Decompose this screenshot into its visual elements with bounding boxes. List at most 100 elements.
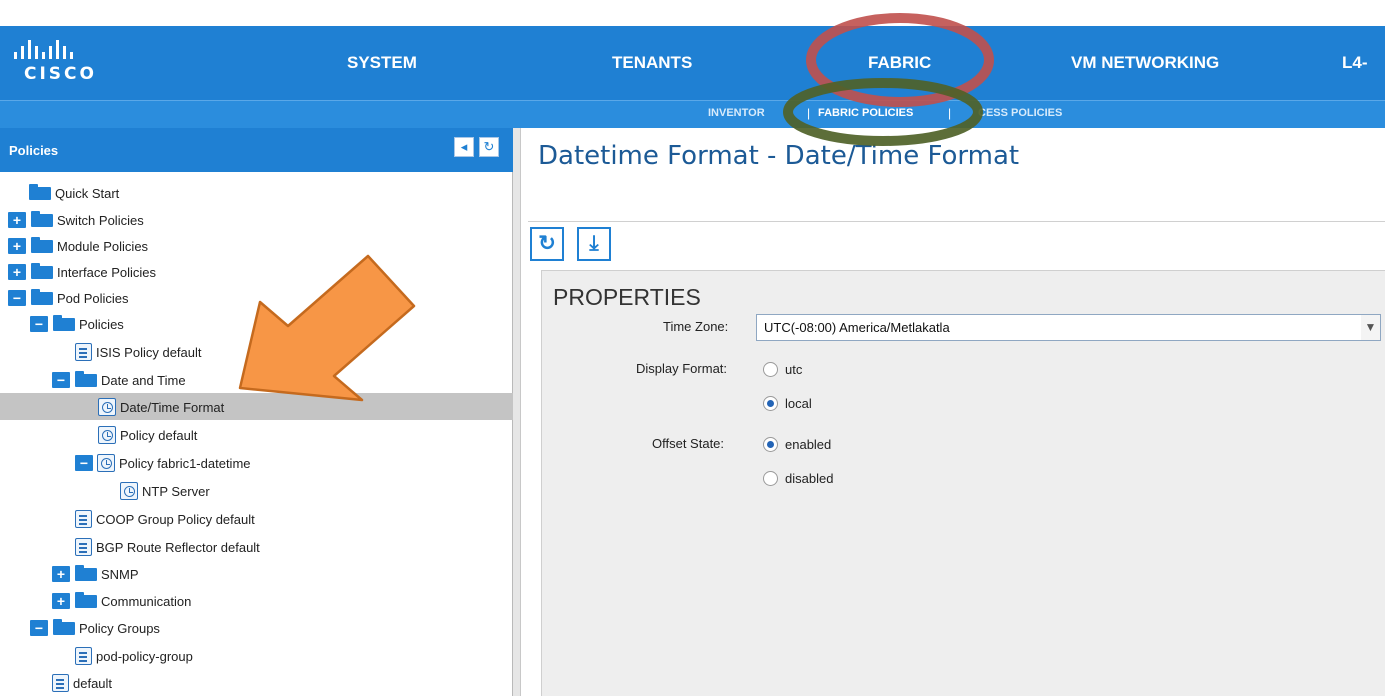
tree-item-policy-default[interactable]: Policy default [0, 421, 513, 448]
tree-item-label: Communication [101, 593, 192, 609]
tree-item-label: BGP Route Reflector default [96, 539, 260, 555]
tree-item-label: Policy fabric1-datetime [119, 455, 251, 471]
policies-panel: Policies ◂ ↻ Quick Start + Switch Polici… [0, 128, 513, 696]
tree-item-label: pod-policy-group [96, 648, 193, 664]
expand-icon[interactable]: + [8, 212, 26, 228]
tree-item-label: Quick Start [55, 185, 120, 201]
tree-item-interface-policies[interactable]: + Interface Policies [0, 258, 513, 285]
tree-item-label: COOP Group Policy default [96, 511, 255, 527]
folder-icon [31, 262, 53, 279]
time-zone-label: Time Zone: [663, 319, 729, 334]
display-format-local-radio[interactable]: local [763, 394, 812, 412]
offset-state-label: Offset State: [652, 436, 725, 451]
tree-item-module-policies[interactable]: + Module Policies [0, 232, 513, 259]
tree-item-label: Policies [79, 316, 124, 332]
tree-item-label: ISIS Policy default [96, 344, 202, 360]
panel-title: Policies [9, 143, 59, 158]
page-title: Datetime Format - Date/Time Format [538, 141, 1020, 171]
nav-system[interactable]: SYSTEM [347, 26, 417, 100]
panel-header: Policies ◂ ↻ [0, 128, 513, 172]
refresh-icon[interactable]: ↻ [479, 137, 499, 157]
radio-label: utc [785, 361, 803, 377]
collapse-node-icon[interactable]: − [8, 290, 26, 306]
time-zone-select[interactable]: UTC(-08:00) America/Metlakatla [756, 314, 1368, 341]
tree-item-label: Pod Policies [57, 290, 129, 306]
policy-document-icon [52, 674, 69, 692]
tree-item-default[interactable]: default [0, 669, 513, 696]
folder-icon [53, 314, 75, 331]
collapse-node-icon[interactable]: − [30, 316, 48, 332]
tree-item-label: Switch Policies [57, 212, 144, 228]
folder-icon [31, 236, 53, 253]
nav-fabric[interactable]: FABRIC [868, 26, 931, 100]
subnav-separator: | [948, 106, 952, 120]
radio-label: local [785, 395, 812, 411]
expand-icon[interactable]: + [52, 593, 70, 609]
tree-item-snmp[interactable]: + SNMP [0, 560, 513, 587]
tree-item-label: Module Policies [57, 238, 149, 254]
tree-item-switch-policies[interactable]: + Switch Policies [0, 206, 513, 233]
refresh-icon[interactable]: ↻ [530, 227, 564, 261]
tree-item-label: Policy Groups [79, 620, 160, 636]
tree-item-label: Date and Time [101, 372, 186, 388]
divider [528, 221, 1385, 222]
tree-item-isis-policy-default[interactable]: ISIS Policy default [0, 338, 513, 365]
radio-button[interactable] [763, 395, 778, 411]
folder-icon [53, 618, 75, 635]
tree-item-date-and-time[interactable]: − Date and Time [0, 366, 513, 393]
expand-icon[interactable]: + [8, 264, 26, 280]
offset-state-enabled-radio[interactable]: enabled [763, 435, 831, 453]
tree-item-bgp-route-reflector-default[interactable]: BGP Route Reflector default [0, 533, 513, 560]
expand-icon[interactable]: + [8, 238, 26, 254]
folder-icon [75, 591, 97, 608]
tree-item-communication[interactable]: + Communication [0, 587, 513, 614]
folder-icon [29, 183, 51, 200]
tree-item-policy-fabric1-datetime[interactable]: − Policy fabric1-datetime [0, 449, 513, 476]
cisco-bars-icon [14, 40, 73, 59]
folder-icon [75, 564, 97, 581]
tree-item-coop-group-policy-default[interactable]: COOP Group Policy default [0, 505, 513, 532]
radio-button[interactable] [763, 361, 778, 377]
nav-l4-l7[interactable]: L4- [1342, 26, 1368, 100]
nav-tenants[interactable]: TENANTS [612, 26, 692, 100]
collapse-node-icon[interactable]: − [75, 455, 93, 471]
display-format-utc-radio[interactable]: utc [763, 360, 802, 378]
datetime-policy-icon [97, 454, 115, 472]
radio-button[interactable] [763, 470, 778, 486]
top-nav-bar: CISCO SYSTEM TENANTS FABRIC VM NETWORKIN… [0, 26, 1385, 100]
tree-item-label: SNMP [101, 566, 139, 582]
expand-icon[interactable]: + [52, 566, 70, 582]
panel-splitter[interactable] [513, 128, 521, 696]
radio-label: enabled [785, 436, 832, 452]
tree-item-policy-groups[interactable]: − Policy Groups [0, 614, 513, 641]
datetime-policy-icon [98, 398, 116, 416]
tree-item-policies[interactable]: − Policies [0, 310, 513, 337]
subnav-inventory[interactable]: INVENTOR [708, 107, 765, 119]
subnav-fabric-policies[interactable]: FABRIC POLICIES [818, 107, 913, 119]
offset-state-disabled-radio[interactable]: disabled [763, 469, 833, 487]
policy-document-icon [75, 538, 92, 556]
tree-item-quick-start[interactable]: Quick Start [0, 179, 513, 206]
cisco-logo[interactable]: CISCO [10, 40, 120, 90]
tree-item-label: Interface Policies [57, 264, 156, 280]
tree-item-ntp-server[interactable]: NTP Server [0, 477, 513, 504]
collapse-icon[interactable]: ◂ [454, 137, 474, 157]
radio-button[interactable] [763, 436, 778, 452]
sub-nav-bar: INVENTOR | FABRIC POLICIES | CESS POLICI… [0, 100, 1385, 128]
folder-icon [31, 288, 53, 305]
collapse-node-icon[interactable]: − [52, 372, 70, 388]
tree-item-date-time-format[interactable]: Date/Time Format [0, 393, 513, 420]
chevron-down-icon[interactable]: ▼ [1361, 314, 1381, 341]
policy-document-icon [75, 647, 92, 665]
collapse-node-icon[interactable]: − [30, 620, 48, 636]
tree-item-pod-policy-group[interactable]: pod-policy-group [0, 642, 513, 669]
subnav-access-policies[interactable]: CESS POLICIES [978, 107, 1062, 119]
policy-document-icon [75, 510, 92, 528]
policy-document-icon [75, 343, 92, 361]
ntp-server-icon [120, 482, 138, 500]
nav-vm-networking[interactable]: VM NETWORKING [1071, 26, 1219, 100]
radio-label: disabled [785, 470, 834, 486]
tree-item-label: default [73, 675, 113, 691]
tree-item-pod-policies[interactable]: − Pod Policies [0, 284, 513, 311]
download-icon[interactable]: ⤓ [577, 227, 611, 261]
